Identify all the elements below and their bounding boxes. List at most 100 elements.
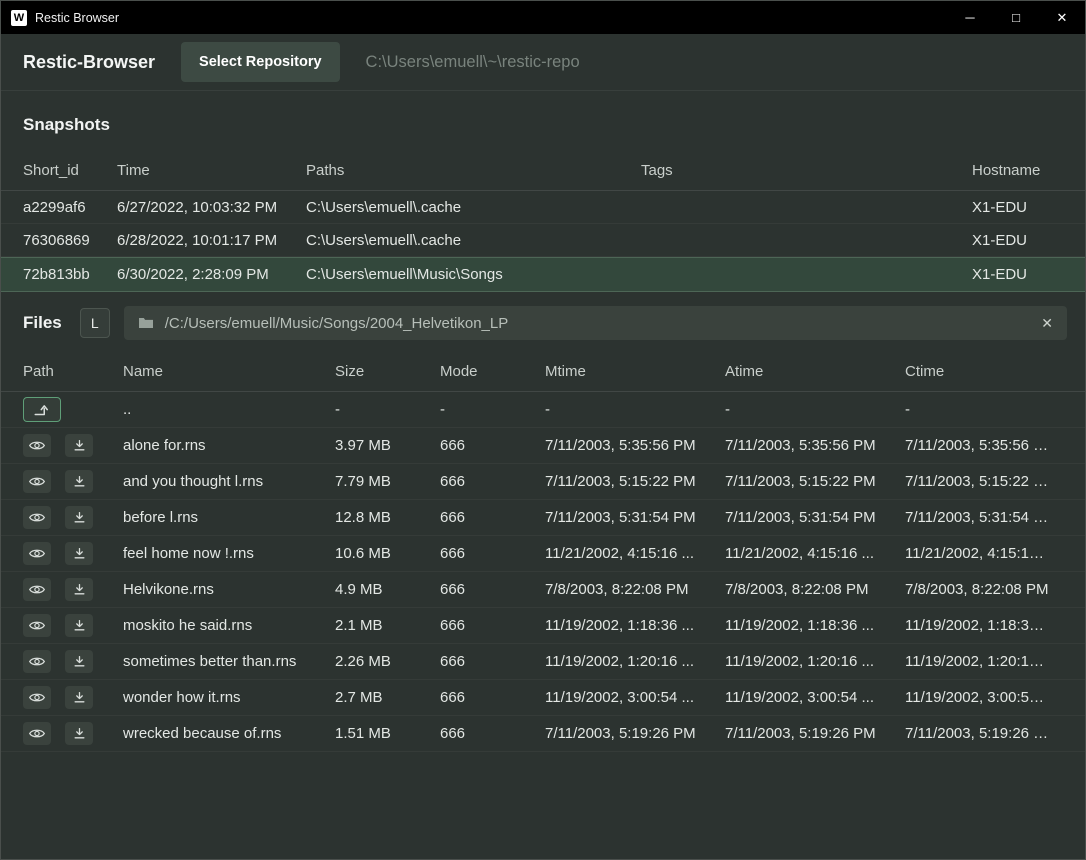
preview-file-button[interactable] <box>23 542 51 565</box>
file-name: wonder how it.rns <box>123 689 335 706</box>
download-file-button[interactable] <box>65 542 93 565</box>
column-header-hostname: Hostname <box>972 162 1063 179</box>
file-mtime: 11/19/2002, 1:18:36 ... <box>545 617 725 634</box>
preview-file-button[interactable] <box>23 506 51 529</box>
snapshot-paths: C:\Users\emuell\.cache <box>306 232 641 249</box>
download-icon <box>73 619 86 632</box>
file-ctime: 11/19/2002, 3:00:54 ... <box>905 689 1063 706</box>
file-name: sometimes better than.rns <box>123 653 335 670</box>
file-name: alone for.rns <box>123 437 335 454</box>
snapshot-row[interactable]: 72b813bb 6/30/2022, 2:28:09 PM C:\Users\… <box>1 257 1085 292</box>
file-ctime: 7/11/2003, 5:35:56 PM <box>905 437 1063 454</box>
file-name[interactable]: .. <box>123 401 335 418</box>
file-ctime: 7/11/2003, 5:19:26 PM <box>905 725 1063 742</box>
file-atime: 7/11/2003, 5:15:22 PM <box>725 473 905 490</box>
close-button[interactable]: ✕ <box>1039 1 1085 34</box>
file-ctime: 7/8/2003, 8:22:08 PM <box>905 581 1063 598</box>
snapshot-row[interactable]: 76306869 6/28/2022, 10:01:17 PM C:\Users… <box>1 224 1085 257</box>
download-file-button[interactable] <box>65 578 93 601</box>
column-header-short-id: Short_id <box>23 162 117 179</box>
column-header-ctime: Ctime <box>905 363 1063 380</box>
download-file-button[interactable] <box>65 614 93 637</box>
file-atime: 7/11/2003, 5:31:54 PM <box>725 509 905 526</box>
snapshots-heading: Snapshots <box>1 91 1085 151</box>
download-file-button[interactable] <box>65 434 93 457</box>
file-size: 4.9 MB <box>335 581 440 598</box>
eye-icon <box>29 583 45 596</box>
snapshots-table-body: a2299af6 6/27/2022, 10:03:32 PM C:\Users… <box>1 191 1085 292</box>
preview-file-button[interactable] <box>23 434 51 457</box>
download-icon <box>73 475 86 488</box>
window-title: Restic Browser <box>35 11 119 25</box>
column-header-size: Size <box>335 363 440 380</box>
download-file-button[interactable] <box>65 506 93 529</box>
minimize-button[interactable]: ─ <box>947 1 993 34</box>
file-mode: 666 <box>440 437 545 454</box>
tree-toggle-button[interactable]: L <box>80 308 110 338</box>
snapshot-paths: C:\Users\emuell\Music\Songs <box>306 266 641 283</box>
file-mode: 666 <box>440 689 545 706</box>
download-icon <box>73 439 86 452</box>
file-size: 2.7 MB <box>335 689 440 706</box>
column-header-paths: Paths <box>306 162 641 179</box>
file-name: before l.rns <box>123 509 335 526</box>
download-icon <box>73 583 86 596</box>
snapshot-time: 6/27/2022, 10:03:32 PM <box>117 199 306 216</box>
snapshot-hostname: X1-EDU <box>972 232 1063 249</box>
snapshot-paths: C:\Users\emuell\.cache <box>306 199 641 216</box>
file-mode: - <box>440 401 545 418</box>
file-mtime: 11/19/2002, 1:20:16 ... <box>545 653 725 670</box>
file-name: wrecked because of.rns <box>123 725 335 742</box>
clear-path-button[interactable]: ✕ <box>1041 315 1053 332</box>
current-path-bar[interactable]: /C:/Users/emuell/Music/Songs/2004_Helvet… <box>124 306 1067 340</box>
file-row: before l.rns 12.8 MB 666 7/11/2003, 5:31… <box>1 500 1085 536</box>
level-up-icon <box>33 403 51 417</box>
column-header-tags: Tags <box>641 162 972 179</box>
download-file-button[interactable] <box>65 686 93 709</box>
file-size: 10.6 MB <box>335 545 440 562</box>
file-ctime: 7/11/2003, 5:15:22 PM <box>905 473 1063 490</box>
download-icon <box>73 655 86 668</box>
preview-file-button[interactable] <box>23 686 51 709</box>
file-size: 12.8 MB <box>335 509 440 526</box>
file-name: and you thought l.rns <box>123 473 335 490</box>
snapshot-short-id: 72b813bb <box>23 266 117 283</box>
file-size: 7.79 MB <box>335 473 440 490</box>
eye-icon <box>29 475 45 488</box>
file-row: feel home now !.rns 10.6 MB 666 11/21/20… <box>1 536 1085 572</box>
file-ctime: 11/19/2002, 1:20:16 ... <box>905 653 1063 670</box>
go-up-button[interactable] <box>23 397 61 422</box>
snapshot-row[interactable]: a2299af6 6/27/2022, 10:03:32 PM C:\Users… <box>1 191 1085 224</box>
download-file-button[interactable] <box>65 650 93 673</box>
column-header-atime: Atime <box>725 363 905 380</box>
files-toolbar: Files L /C:/Users/emuell/Music/Songs/200… <box>1 292 1085 352</box>
eye-icon <box>29 619 45 632</box>
window-controls: ─ □ ✕ <box>947 1 1085 34</box>
snapshot-hostname: X1-EDU <box>972 199 1063 216</box>
eye-icon <box>29 655 45 668</box>
eye-icon <box>29 547 45 560</box>
file-mode: 666 <box>440 617 545 634</box>
current-path-text: /C:/Users/emuell/Music/Songs/2004_Helvet… <box>165 315 509 332</box>
preview-file-button[interactable] <box>23 722 51 745</box>
maximize-button[interactable]: □ <box>993 1 1039 34</box>
download-file-button[interactable] <box>65 470 93 493</box>
preview-file-button[interactable] <box>23 578 51 601</box>
file-name: moskito he said.rns <box>123 617 335 634</box>
download-icon <box>73 727 86 740</box>
preview-file-button[interactable] <box>23 650 51 673</box>
file-mtime: - <box>545 401 725 418</box>
repository-path: C:\Users\emuell\~\restic-repo <box>366 53 580 72</box>
download-icon <box>73 691 86 704</box>
file-mtime: 7/11/2003, 5:19:26 PM <box>545 725 725 742</box>
preview-file-button[interactable] <box>23 470 51 493</box>
file-mtime: 7/11/2003, 5:15:22 PM <box>545 473 725 490</box>
download-file-button[interactable] <box>65 722 93 745</box>
column-header-mtime: Mtime <box>545 363 725 380</box>
select-repository-button[interactable]: Select Repository <box>181 42 340 82</box>
file-name: Helvikone.rns <box>123 581 335 598</box>
preview-file-button[interactable] <box>23 614 51 637</box>
file-size: 1.51 MB <box>335 725 440 742</box>
column-header-mode: Mode <box>440 363 545 380</box>
file-atime: - <box>725 401 905 418</box>
